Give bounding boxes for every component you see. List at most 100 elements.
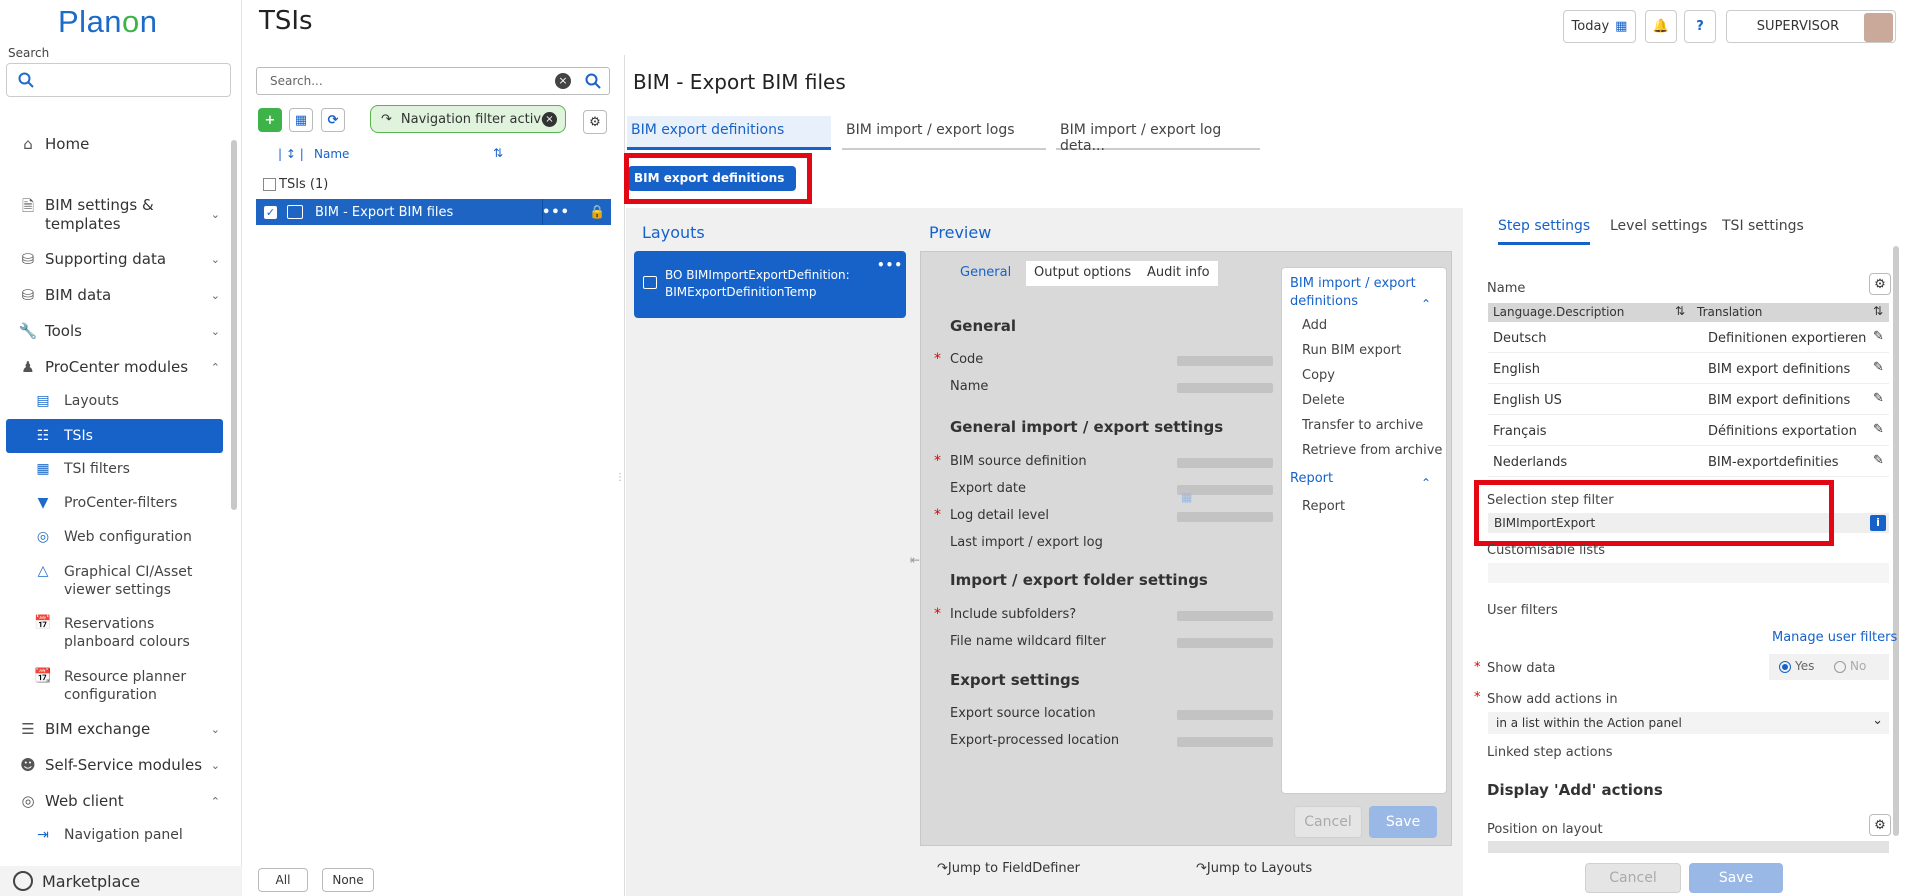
table-row[interactable]: Deutsch Definitionen exportieren ✎: [1488, 323, 1889, 353]
sidebar-item-layouts[interactable]: ▤ Layouts: [0, 393, 232, 413]
user-menu-button[interactable]: SUPERVISOR: [1726, 10, 1896, 43]
sidebar-item-procenter-filters[interactable]: ▼ ProCenter-filters: [0, 495, 232, 515]
today-button[interactable]: Today ▦: [1563, 10, 1636, 43]
preview-tab-output-options[interactable]: Output options: [1026, 261, 1140, 286]
sort-column[interactable]: | ↕ |: [278, 147, 304, 161]
help-button[interactable]: ?: [1684, 10, 1716, 43]
action-add[interactable]: Add: [1302, 318, 1327, 333]
sidebar-item-web-configuration[interactable]: ◎ Web configuration: [0, 529, 232, 549]
table-row[interactable]: English US BIM export definitions ✎: [1488, 385, 1889, 415]
tab-bim-log-details[interactable]: BIM import / export log deta...: [1056, 116, 1260, 154]
chevron-up-icon[interactable]: ⌃: [1421, 297, 1431, 311]
action-retrieve-archive[interactable]: Retrieve from archive: [1302, 443, 1442, 458]
preview-tab-audit-info[interactable]: Audit info: [1139, 261, 1218, 286]
list-group-tsis[interactable]: TSIs (1): [263, 177, 328, 192]
name-column-header[interactable]: Name: [314, 147, 349, 161]
more-icon[interactable]: •••: [542, 205, 570, 220]
radio-yes[interactable]: Yes: [1779, 659, 1814, 673]
tab-bim-logs[interactable]: BIM import / export logs: [842, 116, 1046, 150]
action-run-bim-export[interactable]: Run BIM export: [1302, 343, 1401, 358]
search-icon[interactable]: [585, 73, 601, 89]
chevron-up-icon[interactable]: ⌃: [1421, 476, 1431, 490]
pencil-icon[interactable]: ✎: [1873, 329, 1884, 344]
table-row[interactable]: Français Définitions exportation ✎: [1488, 416, 1889, 446]
sidebar-item-supporting-data[interactable]: ⛁ Supporting data ⌄: [0, 249, 232, 269]
add-button[interactable]: +: [258, 108, 282, 132]
action-copy[interactable]: Copy: [1302, 368, 1335, 383]
radio-no[interactable]: No: [1834, 659, 1866, 673]
settings-scrollbar[interactable]: [1893, 246, 1899, 836]
select-none-button[interactable]: None: [322, 868, 374, 892]
tab-level-settings[interactable]: Level settings: [1610, 218, 1707, 242]
settings-cancel-button[interactable]: Cancel: [1585, 863, 1681, 893]
tab-bim-export-definitions[interactable]: BIM export definitions: [627, 116, 831, 150]
sidebar-item-bim-exchange[interactable]: ☰ BIM exchange ⌄: [0, 719, 232, 739]
table-row[interactable]: English BIM export definitions ✎: [1488, 354, 1889, 384]
jump-layouts-link[interactable]: ↷Jump to Layouts: [1196, 861, 1312, 876]
show-add-actions-select[interactable]: in a list within the Action panel ⌄: [1488, 712, 1889, 734]
sidebar-item-tools[interactable]: 🔧 Tools ⌄: [0, 321, 232, 341]
sidebar-item-self-service[interactable]: ☻ Self-Service modules ⌄: [0, 755, 232, 775]
action-report[interactable]: Report: [1302, 499, 1345, 514]
preview-tab-general[interactable]: General: [952, 261, 1019, 286]
table-row[interactable]: Nederlands BIM-exportdefinities ✎: [1488, 447, 1889, 477]
sidebar-item-graphical-viewer[interactable]: △ Graphical CI/Asset viewer settings: [0, 563, 232, 601]
sidebar-item-reservations[interactable]: 📅 Reservations planboard colours: [0, 615, 232, 653]
sidebar-item-navigation-panel[interactable]: ⇥ Navigation panel: [0, 827, 232, 847]
tab-tsi-settings[interactable]: TSI settings: [1722, 218, 1804, 242]
sidebar-item-web-client[interactable]: ◎ Web client ⌃: [0, 791, 232, 811]
action-group-report[interactable]: Report: [1290, 471, 1333, 486]
layout-card[interactable]: BO BIMImportExportDefinition: BIMExportD…: [634, 251, 906, 318]
field-log-detail-value[interactable]: [1177, 512, 1273, 522]
manage-user-filters-link[interactable]: Manage user filters: [1772, 630, 1897, 645]
field-wildcard-value[interactable]: [1177, 638, 1273, 648]
preview-cancel-button[interactable]: Cancel: [1294, 806, 1362, 838]
name-settings-button[interactable]: ⚙: [1869, 273, 1891, 295]
group-checkbox[interactable]: [263, 178, 276, 191]
select-all-button[interactable]: All: [258, 868, 308, 892]
marketplace-button[interactable]: Marketplace: [0, 866, 242, 896]
table-row[interactable]: ✓ BIM - Export BIM files ••• 🔒: [256, 199, 611, 225]
sidebar-item-resource-planner[interactable]: 📆 Resource planner configuration: [0, 668, 232, 706]
preview-save-button[interactable]: Save: [1369, 806, 1437, 838]
action-delete[interactable]: Delete: [1302, 393, 1345, 408]
pencil-icon[interactable]: ✎: [1873, 422, 1884, 437]
more-icon[interactable]: •••: [877, 258, 903, 272]
field-export-processed-value[interactable]: [1177, 737, 1273, 747]
list-settings-button[interactable]: ⚙: [583, 110, 607, 134]
sidebar-item-home[interactable]: ⌂ Home: [0, 134, 232, 154]
sidebar-item-bim-data[interactable]: ⛁ BIM data ⌄: [0, 285, 232, 305]
list-search-input[interactable]: Search... ×: [256, 67, 610, 95]
collapse-icon[interactable]: ⇤: [910, 553, 920, 567]
notifications-button[interactable]: 🔔: [1645, 10, 1677, 43]
navigation-filter-badge[interactable]: ↷ Navigation filter active ×: [370, 105, 566, 133]
field-name-value[interactable]: [1177, 383, 1273, 393]
settings-save-button[interactable]: Save: [1689, 863, 1783, 893]
sidebar-item-bim-settings[interactable]: 🗎 BIM settings & templates ⌄: [0, 196, 232, 236]
details-button[interactable]: ▦: [289, 108, 313, 132]
position-field[interactable]: [1488, 841, 1889, 853]
sidebar-item-tsis[interactable]: ☷ TSIs: [6, 419, 223, 453]
resize-handle-icon[interactable]: ⋮: [615, 472, 625, 483]
clear-icon[interactable]: ×: [555, 73, 571, 89]
customisable-lists-field[interactable]: [1488, 563, 1889, 583]
action-group-definitions[interactable]: BIM import / export definitions: [1290, 275, 1416, 311]
sidebar-scrollbar[interactable]: [231, 140, 237, 510]
sidebar-item-tsi-filters[interactable]: ▦ TSI filters: [0, 461, 232, 481]
sort-icon[interactable]: ⇅: [1873, 304, 1883, 318]
field-export-source-value[interactable]: [1177, 710, 1273, 720]
jump-fielddefiner-link[interactable]: ↷Jump to FieldDefiner: [937, 861, 1080, 876]
remove-filter-icon[interactable]: ×: [542, 112, 557, 127]
tab-step-settings[interactable]: Step settings: [1498, 218, 1591, 245]
pencil-icon[interactable]: ✎: [1873, 391, 1884, 406]
field-code-value[interactable]: [1177, 356, 1273, 366]
field-bim-source-value[interactable]: [1177, 458, 1273, 468]
pencil-icon[interactable]: ✎: [1873, 453, 1884, 468]
pencil-icon[interactable]: ✎: [1873, 360, 1884, 375]
action-transfer-archive[interactable]: Transfer to archive: [1302, 418, 1423, 433]
planon-logo[interactable]: Planon: [58, 4, 158, 40]
refresh-button[interactable]: ⟳: [321, 108, 345, 132]
sort-icon[interactable]: ⇅: [493, 146, 503, 160]
sidebar-item-procenter-modules[interactable]: ♟ ProCenter modules ⌃: [0, 357, 232, 377]
field-include-subfolders-value[interactable]: [1177, 611, 1273, 621]
